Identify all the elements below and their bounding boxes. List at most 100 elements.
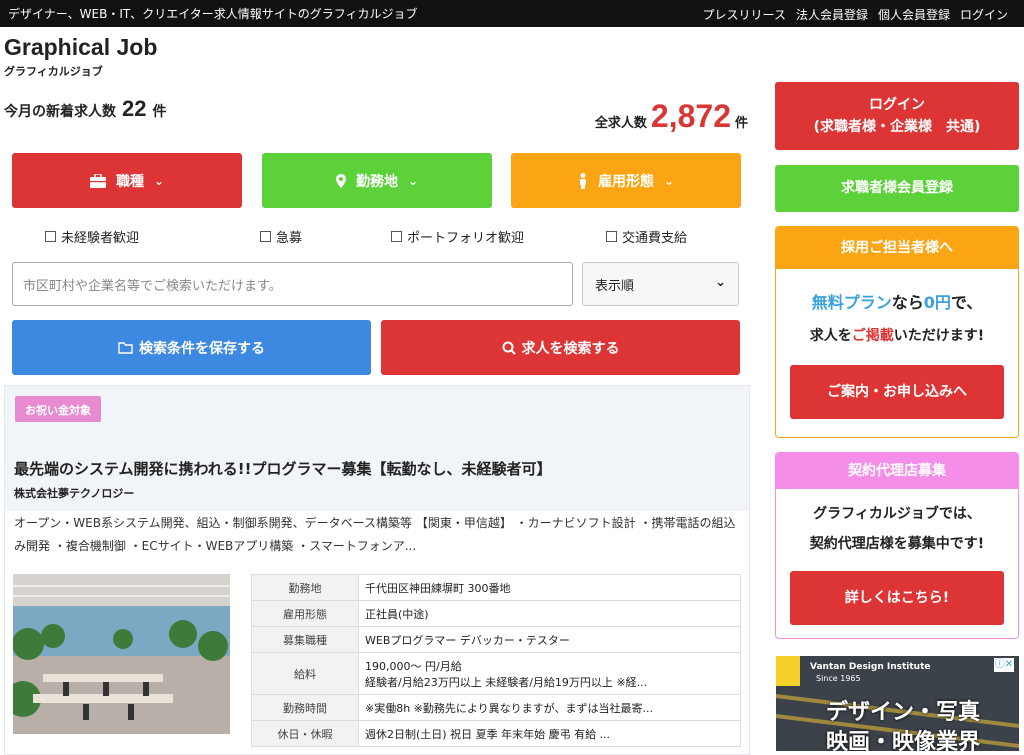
map-pin-icon bbox=[335, 173, 346, 188]
advertisement-banner[interactable]: Vantan Design Institute Since 1965 ⓘ✕ デザ… bbox=[776, 656, 1019, 751]
chevron-down-icon: ⌄ bbox=[407, 173, 419, 188]
search-jobs-button[interactable]: 求人を検索する bbox=[381, 320, 740, 375]
detail-value: 千代田区神田練塀町 300番地 bbox=[358, 574, 741, 601]
detail-key: 休日・休暇 bbox=[251, 720, 359, 747]
detail-key: 給料 bbox=[251, 652, 359, 695]
employer-posting-text: 求人をご掲載いただけます! bbox=[776, 325, 1018, 345]
job-photo[interactable] bbox=[13, 574, 230, 734]
job-card: お祝い金対象 最先端のシステム開発に携われる!!プログラマー募集【転勤なし、未経… bbox=[4, 385, 750, 755]
checkbox-box[interactable] bbox=[391, 231, 402, 242]
checkbox-label: 交通費支給 bbox=[622, 231, 688, 246]
top-bar: デザイナー、WEB・IT、クリエイター求人情報サイトのグラフィカルジョブ プレス… bbox=[0, 0, 1024, 27]
nav-corporate-register[interactable]: 法人会員登録 bbox=[796, 6, 868, 23]
checkbox-box[interactable] bbox=[606, 231, 617, 242]
employer-free-plan-text: 無料プランなら0円で、 bbox=[776, 289, 1018, 313]
job-title[interactable]: 最先端のシステム開発に携われる!!プログラマー募集【転勤なし、未経験者可】 bbox=[14, 458, 552, 479]
posting-text-c: いただけます! bbox=[893, 328, 985, 344]
agency-panel: 契約代理店募集 グラフィカルジョブでは、 契約代理店様を募集中です! 詳しくはこ… bbox=[775, 452, 1019, 639]
free-plan-connector: なら bbox=[891, 293, 924, 312]
table-row: 勤務時間 ※実働8h ※勤務先により異なりますが、まずは当社最寄... bbox=[251, 694, 741, 721]
site-logo-subtitle: グラフィカルジョブ bbox=[4, 65, 103, 78]
agency-panel-header: 契約代理店募集 bbox=[776, 453, 1018, 489]
free-plan-suffix: で、 bbox=[950, 293, 983, 312]
nav-personal-register[interactable]: 個人会員登録 bbox=[878, 6, 950, 23]
employment-filter-label: 雇用形態 bbox=[597, 173, 654, 190]
posting-highlight: ご掲載 bbox=[851, 328, 894, 344]
checkbox-box[interactable] bbox=[45, 231, 56, 242]
search-input[interactable]: 市区町村や企業名等でご検索いただけます。 bbox=[12, 262, 573, 306]
bonus-badge: お祝い金対象 bbox=[15, 396, 101, 422]
nav-press-release[interactable]: プレスリリース bbox=[703, 6, 786, 23]
company-name: 株式会社夢テクノロジー bbox=[14, 487, 135, 500]
login-button-sublabel: (求職者様・企業様 共通) bbox=[813, 119, 981, 135]
detail-value: WEBプログラマー デバッカー・テスター bbox=[358, 626, 741, 653]
job-description: オープン・WEB系システム開発、組込・制御系開発、データベース構築等 【関東・甲… bbox=[14, 516, 736, 553]
checkbox-portfolio[interactable]: ポートフォリオ歓迎 bbox=[391, 227, 524, 246]
checkbox-transport[interactable]: 交通費支給 bbox=[606, 227, 687, 246]
detail-key: 雇用形態 bbox=[251, 600, 359, 627]
ad-info-icon[interactable]: ⓘ✕ bbox=[994, 658, 1014, 672]
detail-value: ※実働8h ※勤務先により異なりますが、まずは当社最寄... bbox=[358, 694, 741, 721]
save-search-label: 検索条件を保存する bbox=[139, 340, 265, 357]
employer-panel-body: 無料プランなら0円で、 求人をご掲載いただけます! ご案内・お申し込みへ bbox=[776, 269, 1018, 419]
nav-login[interactable]: ログイン bbox=[960, 6, 1008, 23]
agency-text-line2: 契約代理店様を募集中です! bbox=[809, 536, 985, 552]
chevron-down-icon: ⌄ bbox=[663, 173, 675, 188]
checkbox-label: 急募 bbox=[276, 231, 303, 246]
jobseeker-register-button[interactable]: 求職者様会員登録 bbox=[775, 165, 1019, 212]
checkbox-inexperienced[interactable]: 未経験者歓迎 bbox=[45, 227, 139, 246]
checkbox-label: 未経験者歓迎 bbox=[61, 231, 140, 246]
folder-icon bbox=[118, 341, 133, 354]
job-type-filter-label: 職種 bbox=[115, 173, 144, 190]
employer-panel: 採用ご担当者様へ 無料プランなら0円で、 求人をご掲載いただけます! ご案内・お… bbox=[775, 226, 1019, 438]
employer-apply-button[interactable]: ご案内・お申し込みへ bbox=[790, 365, 1004, 419]
login-button[interactable]: ログイン (求職者様・企業様 共通) bbox=[775, 82, 1019, 150]
agency-panel-body: グラフィカルジョブでは、 契約代理店様を募集中です! 詳しくはこちら! bbox=[776, 489, 1018, 625]
total-jobs-unit: 件 bbox=[734, 116, 748, 131]
briefcase-icon bbox=[89, 173, 106, 188]
employment-filter-button[interactable]: 雇用形態 ⌄ bbox=[511, 153, 741, 208]
sort-select[interactable]: 表示順 ⌄ bbox=[582, 262, 739, 306]
table-row: 給料 190,000～ 円/月給 経験者/月給23万円以上 未経験者/月給19万円… bbox=[251, 652, 741, 695]
new-jobs-number: 22 bbox=[122, 96, 147, 121]
top-nav: プレスリリース 法人会員登録 個人会員登録 ログイン bbox=[703, 6, 1008, 23]
detail-value: 190,000～ 円/月給 経験者/月給23万円以上 未経験者/月給19万円以上… bbox=[358, 652, 741, 695]
agency-details-button[interactable]: 詳しくはこちら! bbox=[790, 571, 1004, 625]
detail-key: 募集職種 bbox=[251, 626, 359, 653]
site-logo[interactable]: Graphical Job bbox=[4, 34, 157, 61]
login-button-label: ログイン bbox=[869, 97, 925, 113]
checkbox-box[interactable] bbox=[260, 231, 271, 242]
site-tagline: デザイナー、WEB・IT、クリエイター求人情報サイトのグラフィカルジョブ bbox=[8, 7, 418, 21]
ad-since: Since 1965 bbox=[816, 674, 861, 683]
sort-select-value: 表示順 bbox=[595, 279, 635, 294]
zero-yen-highlight: 0円 bbox=[923, 293, 951, 312]
total-jobs-count: 全求人数 2,872 件 bbox=[595, 98, 748, 135]
total-jobs-number: 2,872 bbox=[650, 98, 731, 134]
job-type-filter-button[interactable]: 職種 ⌄ bbox=[12, 153, 242, 208]
checkbox-urgent[interactable]: 急募 bbox=[260, 227, 302, 246]
table-row: 雇用形態 正社員(中途) bbox=[251, 600, 741, 627]
checkbox-label: ポートフォリオ歓迎 bbox=[407, 231, 525, 246]
search-jobs-label: 求人を検索する bbox=[521, 340, 620, 357]
employer-panel-header: 採用ご担当者様へ bbox=[776, 227, 1018, 269]
total-jobs-label: 全求人数 bbox=[594, 116, 647, 131]
new-jobs-unit: 件 bbox=[152, 104, 167, 120]
detail-key: 勤務地 bbox=[251, 574, 359, 601]
free-plan-highlight: 無料プラン bbox=[811, 293, 892, 312]
save-search-button[interactable]: 検索条件を保存する bbox=[12, 320, 371, 375]
chevron-down-icon: ⌄ bbox=[153, 173, 165, 188]
detail-key: 勤務時間 bbox=[251, 694, 359, 721]
ad-brand: Vantan Design Institute bbox=[810, 662, 931, 672]
table-row: 募集職種 WEBプログラマー デバッカー・テスター bbox=[251, 626, 741, 653]
search-icon bbox=[502, 341, 516, 355]
new-jobs-count: 今月の新着求人数 22 件 bbox=[4, 96, 166, 122]
ad-subheadline: 映画・映像業界 bbox=[826, 730, 981, 751]
location-filter-label: 勤務地 bbox=[355, 173, 398, 190]
location-filter-button[interactable]: 勤務地 ⌄ bbox=[262, 153, 492, 208]
agency-text-line1: グラフィカルジョブでは、 bbox=[813, 506, 981, 522]
new-jobs-label: 今月の新着求人数 bbox=[4, 104, 116, 120]
ad-headline: デザイン・写真 bbox=[826, 700, 981, 725]
detail-value: 正社員(中途) bbox=[358, 600, 741, 627]
job-details-table: 勤務地 千代田区神田練塀町 300番地 雇用形態 正社員(中途) 募集職種 WEBプロ… bbox=[251, 574, 741, 747]
chevron-down-icon: ⌄ bbox=[715, 275, 726, 290]
